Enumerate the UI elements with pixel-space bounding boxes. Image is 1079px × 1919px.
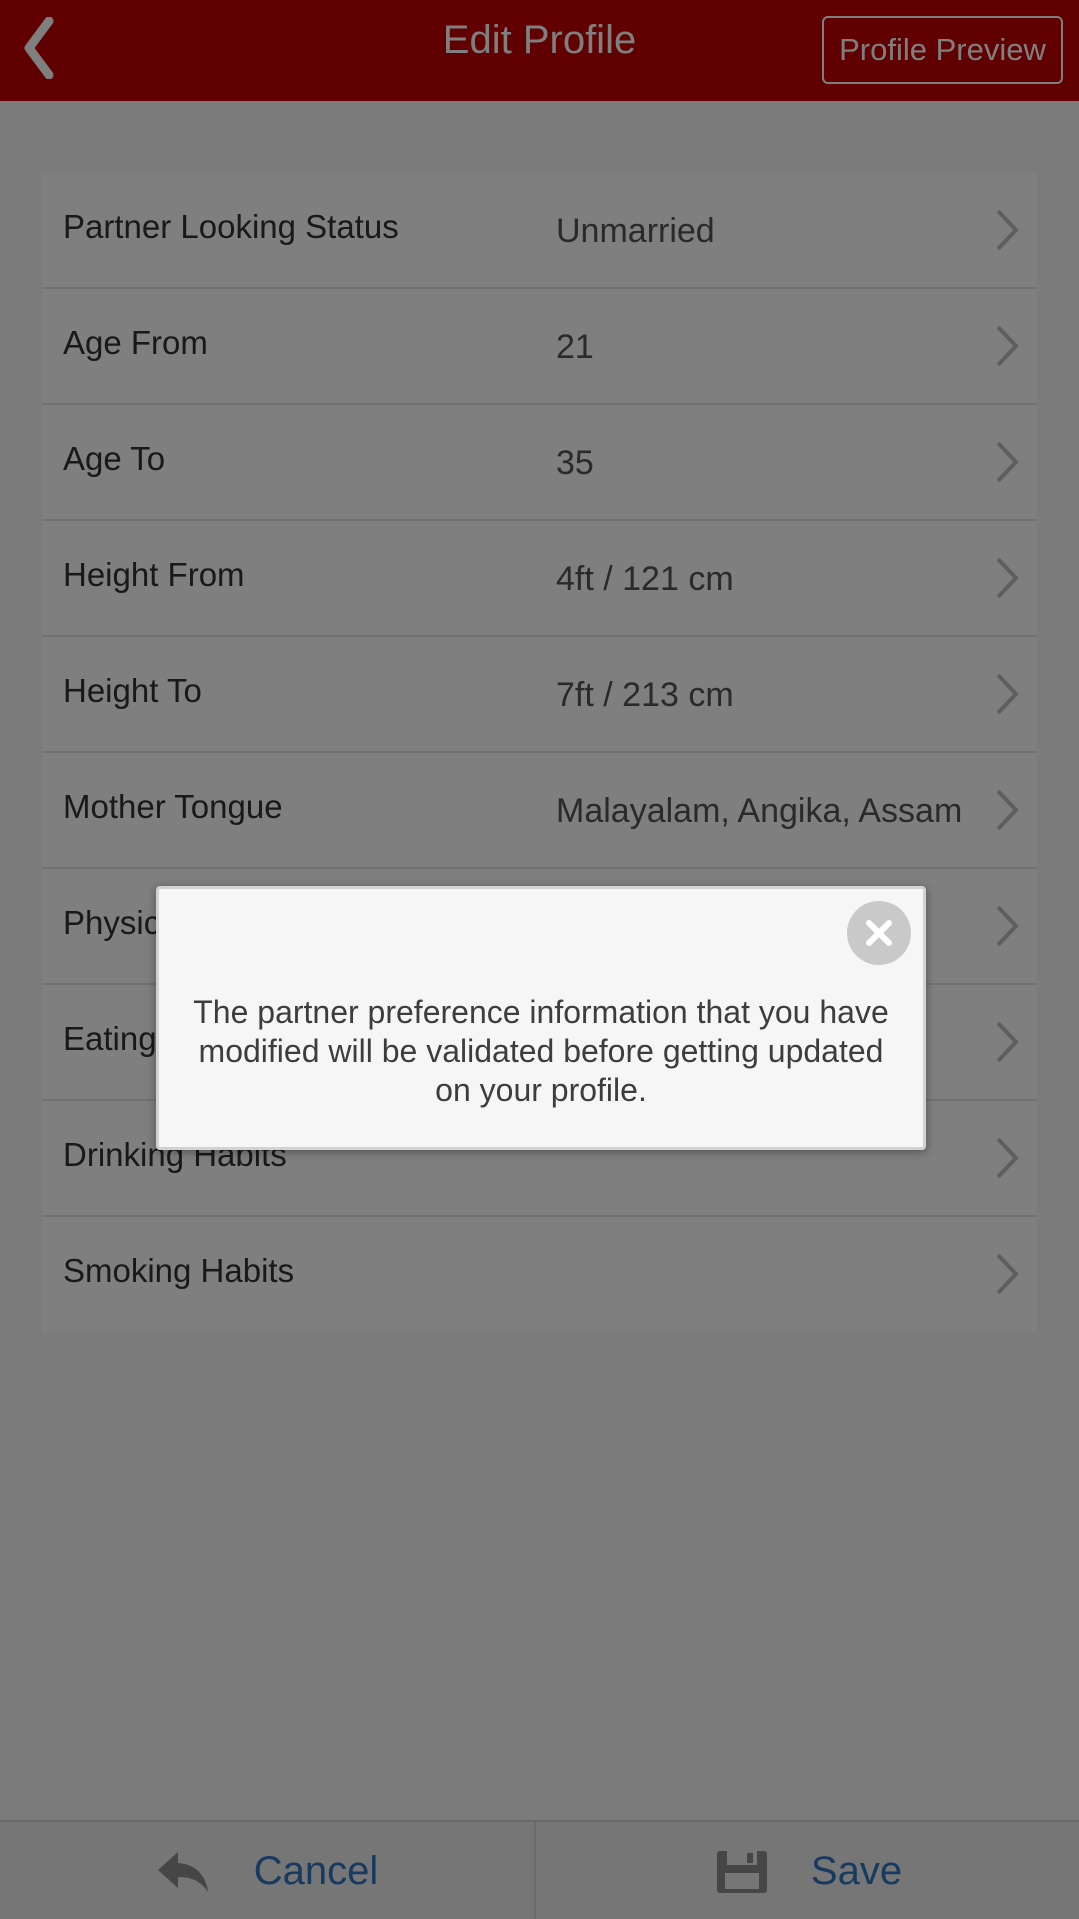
dialog-message: The partner preference information that … — [193, 994, 889, 1108]
close-button[interactable] — [847, 901, 911, 965]
info-dialog: The partner preference information that … — [156, 886, 926, 1150]
close-icon — [866, 920, 892, 946]
